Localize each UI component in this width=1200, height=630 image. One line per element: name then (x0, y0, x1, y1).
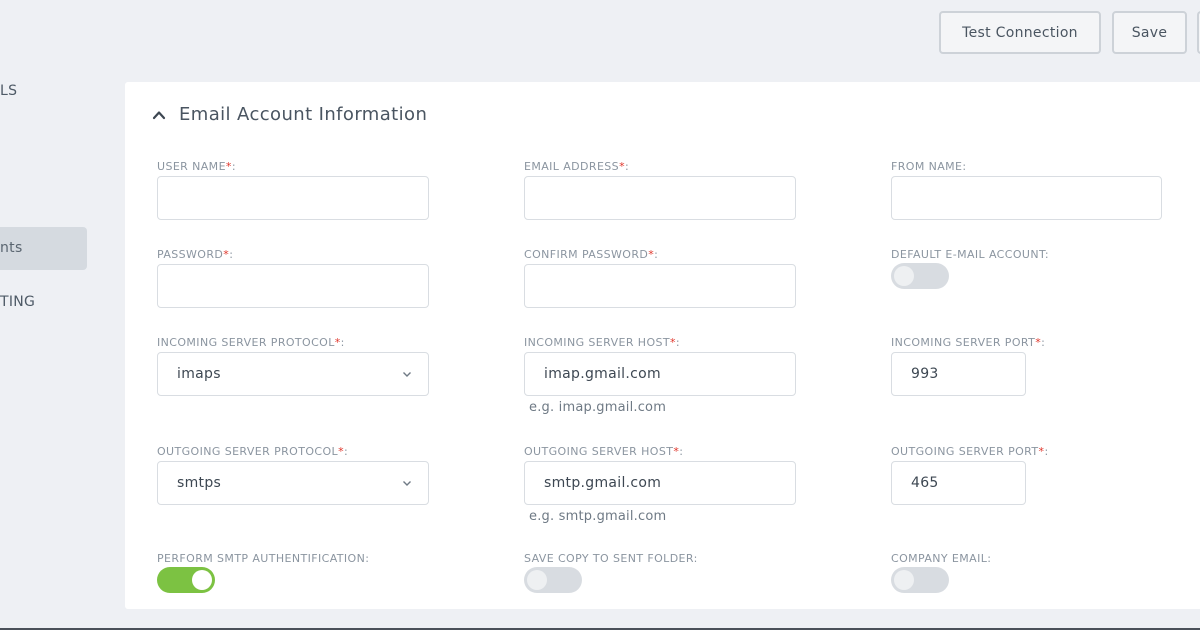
outgoing-host-hint: e.g. smtp.gmail.com (529, 509, 667, 524)
from-name-input[interactable] (891, 176, 1162, 220)
save-button[interactable]: Save (1112, 11, 1187, 54)
toggle-knob (527, 570, 547, 590)
email-address-field: EMAIL ADDRESS*: (524, 160, 796, 220)
incoming-protocol-select[interactable]: imaps (157, 352, 429, 396)
user-name-label: USER NAME*: (157, 160, 236, 173)
company-email-toggle[interactable] (891, 567, 949, 593)
toggle-knob (894, 266, 914, 286)
outgoing-port-field: OUTGOING SERVER PORT*: (891, 445, 1049, 505)
save-copy-field: SAVE COPY TO SENT FOLDER: (524, 552, 698, 593)
email-address-input[interactable] (524, 176, 796, 220)
incoming-protocol-field: INCOMING SERVER PROTOCOL*: imaps (157, 336, 429, 396)
company-email-field: COMPANY EMAIL: (891, 552, 992, 593)
confirm-password-field: CONFIRM PASSWORD*: (524, 248, 796, 308)
sidebar-item-3[interactable]: TING (0, 294, 35, 310)
email-address-label: EMAIL ADDRESS*: (524, 160, 630, 173)
outgoing-port-input[interactable] (891, 461, 1026, 505)
save-copy-label: SAVE COPY TO SENT FOLDER: (524, 552, 698, 565)
outgoing-protocol-label: OUTGOING SERVER PROTOCOL*: (157, 445, 349, 458)
default-account-field: DEFAULT E-MAIL ACCOUNT: (891, 248, 1049, 289)
incoming-host-label: INCOMING SERVER HOST*: (524, 336, 681, 349)
save-copy-toggle[interactable] (524, 567, 582, 593)
section-header[interactable]: Email Account Information (152, 104, 427, 125)
outgoing-protocol-select[interactable]: smtps (157, 461, 429, 505)
outgoing-port-label: OUTGOING SERVER PORT*: (891, 445, 1049, 458)
sidebar-item-1[interactable]: LS (0, 83, 17, 99)
password-label: PASSWORD*: (157, 248, 234, 261)
chevron-down-icon (403, 481, 411, 486)
incoming-protocol-label: INCOMING SERVER PROTOCOL*: (157, 336, 345, 349)
test-connection-button[interactable]: Test Connection (939, 11, 1101, 54)
toggle-knob (894, 570, 914, 590)
user-name-field: USER NAME*: (157, 160, 429, 220)
outgoing-host-label: OUTGOING SERVER HOST*: (524, 445, 684, 458)
incoming-host-hint: e.g. imap.gmail.com (529, 400, 667, 415)
outgoing-protocol-field: OUTGOING SERVER PROTOCOL*: smtps (157, 445, 429, 505)
outgoing-host-input[interactable] (524, 461, 796, 505)
incoming-port-field: INCOMING SERVER PORT*: (891, 336, 1046, 396)
company-email-label: COMPANY EMAIL: (891, 552, 992, 565)
outgoing-protocol-value: smtps (177, 475, 222, 491)
smtp-auth-label: PERFORM SMTP AUTHENTIFICATION: (157, 552, 370, 565)
smtp-auth-toggle[interactable] (157, 567, 215, 593)
from-name-field: FROM NAME: (891, 160, 1162, 220)
section-title: Email Account Information (179, 104, 428, 125)
incoming-protocol-value: imaps (177, 366, 221, 382)
incoming-port-label: INCOMING SERVER PORT*: (891, 336, 1046, 349)
sidebar-item-email-accounts[interactable]: nts (0, 227, 87, 270)
sidebar: LS nts TING (0, 0, 110, 630)
smtp-auth-field: PERFORM SMTP AUTHENTIFICATION: (157, 552, 370, 593)
confirm-password-label: CONFIRM PASSWORD*: (524, 248, 659, 261)
incoming-host-input[interactable] (524, 352, 796, 396)
incoming-port-input[interactable] (891, 352, 1026, 396)
toggle-knob (192, 570, 212, 590)
default-account-label: DEFAULT E-MAIL ACCOUNT: (891, 248, 1049, 261)
chevron-down-icon (403, 372, 411, 377)
password-field: PASSWORD*: (157, 248, 429, 308)
password-input[interactable] (157, 264, 429, 308)
chevron-up-icon[interactable] (152, 108, 166, 122)
email-account-card: Email Account Information USER NAME*: EM… (125, 82, 1200, 609)
outgoing-host-field: OUTGOING SERVER HOST*: e.g. smtp.gmail.c… (524, 445, 796, 524)
user-name-input[interactable] (157, 176, 429, 220)
incoming-host-field: INCOMING SERVER HOST*: e.g. imap.gmail.c… (524, 336, 796, 415)
confirm-password-input[interactable] (524, 264, 796, 308)
default-account-toggle[interactable] (891, 263, 949, 289)
from-name-label: FROM NAME: (891, 160, 967, 173)
